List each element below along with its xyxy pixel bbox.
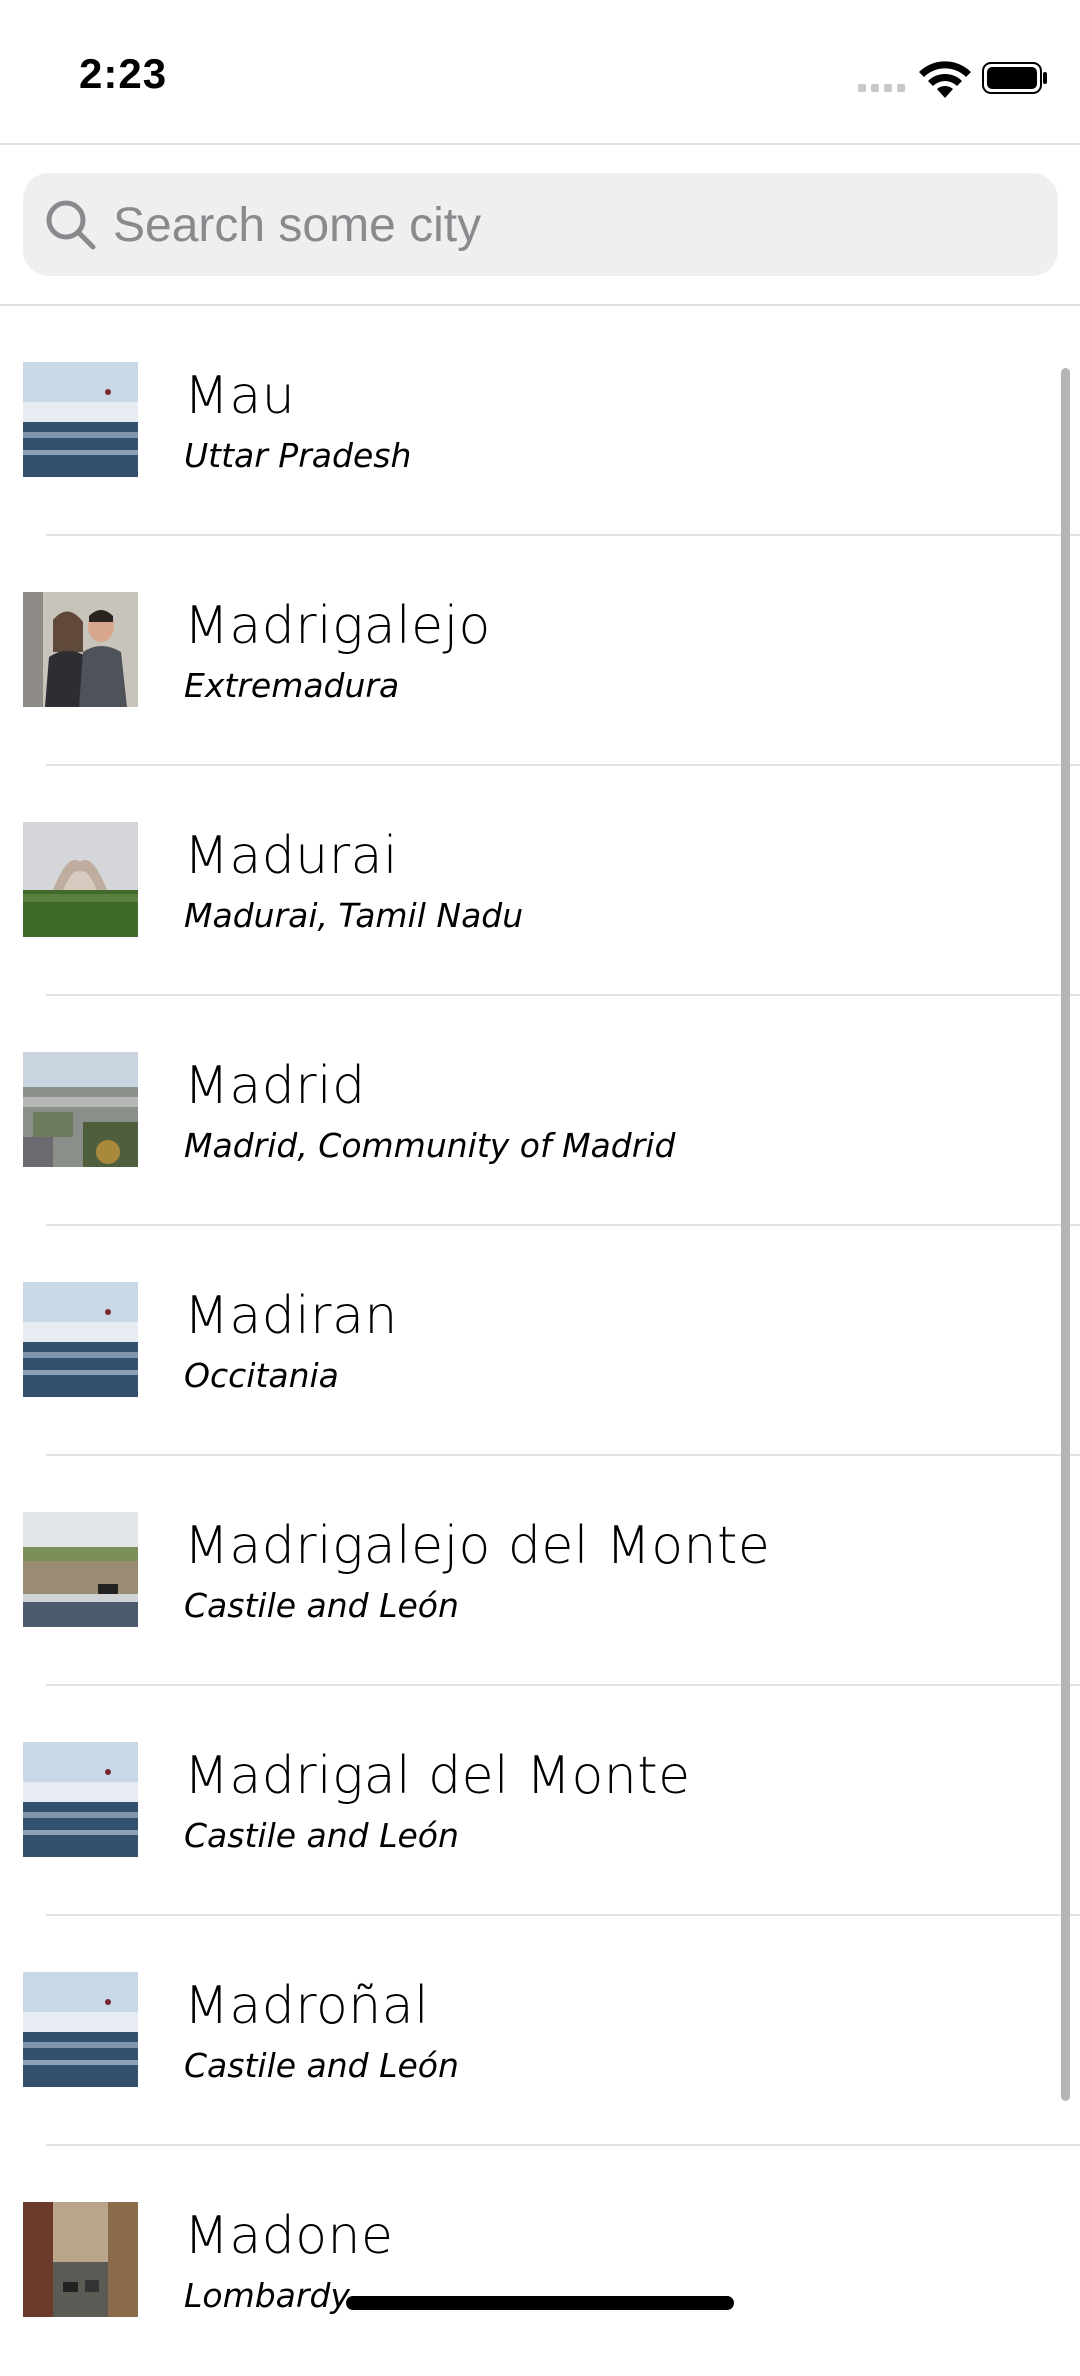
city-region: Uttar Pradesh bbox=[184, 436, 412, 475]
city-region: Occitania bbox=[184, 1356, 339, 1395]
scroll-indicator[interactable] bbox=[1061, 368, 1070, 2101]
city-region: Castile and León bbox=[184, 1586, 459, 1625]
city-list: Mau Uttar Pradesh Madrigalejo Extremadur… bbox=[0, 306, 1080, 2376]
search-bar[interactable] bbox=[23, 173, 1058, 278]
city-thumbnail bbox=[23, 822, 138, 937]
city-region: Madurai, Tamil Nadu bbox=[184, 896, 524, 935]
city-region: Lombardy bbox=[184, 2276, 350, 2315]
list-item[interactable]: Madrid Madrid, Community of Madrid bbox=[0, 996, 1080, 1226]
city-region: Castile and León bbox=[184, 1816, 459, 1855]
city-thumbnail bbox=[23, 2202, 138, 2317]
list-item[interactable]: Madiran Occitania bbox=[0, 1226, 1080, 1456]
city-region: Madrid, Community of Madrid bbox=[184, 1126, 676, 1165]
search-input[interactable] bbox=[111, 173, 1035, 278]
header-divider bbox=[0, 143, 1080, 145]
city-name: Madone bbox=[184, 2206, 394, 2266]
list-item[interactable]: Madurai Madurai, Tamil Nadu bbox=[0, 766, 1080, 996]
home-indicator[interactable] bbox=[346, 2296, 734, 2310]
city-name: Madrid bbox=[184, 1056, 366, 1116]
wifi-icon bbox=[919, 61, 971, 98]
city-name: Madrigalejo del Monte bbox=[184, 1516, 771, 1576]
list-item[interactable]: Mau Uttar Pradesh bbox=[0, 306, 1080, 536]
list-item[interactable]: Madone Lombardy bbox=[0, 2146, 1080, 2376]
search-icon bbox=[46, 200, 96, 250]
city-thumbnail bbox=[23, 1972, 138, 2087]
list-item[interactable]: Madrigal del Monte Castile and León bbox=[0, 1686, 1080, 1916]
city-thumbnail bbox=[23, 1282, 138, 1397]
city-region: Castile and León bbox=[184, 2046, 459, 2085]
list-item[interactable]: Madrigalejo del Monte Castile and León bbox=[0, 1456, 1080, 1686]
city-name: Madroñal bbox=[184, 1976, 430, 2036]
battery-icon bbox=[982, 62, 1047, 94]
city-thumbnail bbox=[23, 1742, 138, 1857]
city-name: Madrigalejo bbox=[184, 596, 491, 656]
list-item[interactable]: Madrigalejo Extremadura bbox=[0, 536, 1080, 766]
status-bar: 2:23 bbox=[0, 0, 1080, 144]
city-name: Madiran bbox=[184, 1286, 398, 1346]
status-time: 2:23 bbox=[79, 50, 168, 97]
city-thumbnail bbox=[23, 1512, 138, 1627]
city-name: Madrigal del Monte bbox=[184, 1746, 691, 1806]
city-thumbnail bbox=[23, 1052, 138, 1167]
city-thumbnail bbox=[23, 592, 138, 707]
city-name: Madurai bbox=[184, 826, 398, 886]
list-item[interactable]: Madroñal Castile and León bbox=[0, 1916, 1080, 2146]
city-thumbnail bbox=[23, 362, 138, 477]
city-name: Mau bbox=[184, 366, 296, 426]
city-region: Extremadura bbox=[184, 666, 400, 705]
